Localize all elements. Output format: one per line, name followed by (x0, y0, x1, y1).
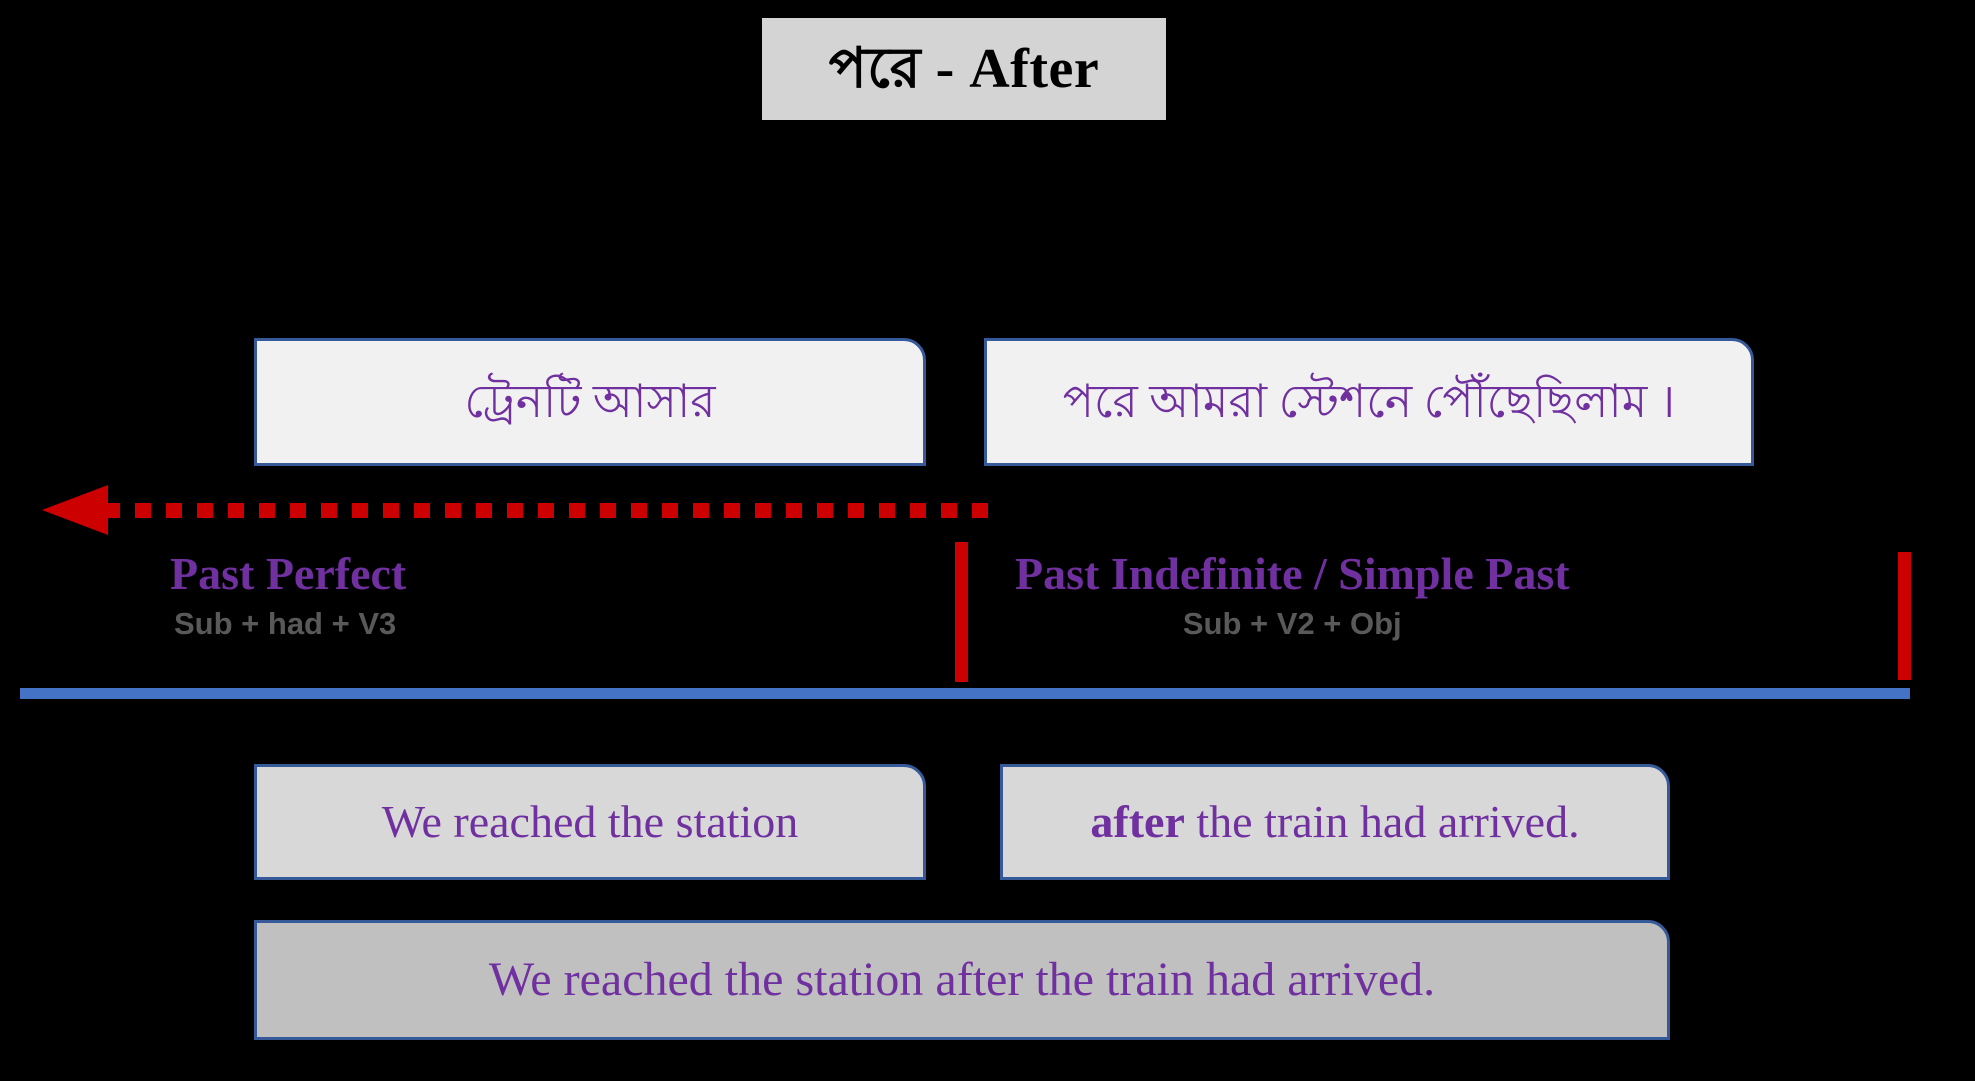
bangla-clause-box-1: ট্রেনটি আসার (254, 338, 926, 466)
bangla-clause-box-2: পরে আমরা স্টেশনে পৌঁছেছিলাম । (984, 338, 1754, 466)
english-full-sentence-box: We reached the station after the train h… (254, 920, 1670, 1040)
english-clause-box-2: after the train had arrived. (1000, 764, 1670, 880)
slide-canvas: পরে - After ট্রেনটি আসার পরে আমরা স্টেশন… (0, 0, 1975, 1081)
english-clause-text-2-rest: the train had arrived. (1184, 795, 1580, 847)
bangla-clause-text-1: ট্রেনটি আসার (464, 375, 716, 427)
connector-word-after: after (1090, 795, 1185, 847)
tense-formula-past-perfect: Sub + had + V3 (174, 606, 397, 642)
english-clause-text-1: We reached the station (381, 795, 799, 847)
english-clause-box-1: We reached the station (254, 764, 926, 880)
tense-label-group-past-indefinite: Past Indefinite / Simple Past Sub + V2 +… (1015, 548, 1570, 642)
tense-formula-past-indefinite: Sub + V2 + Obj (1182, 606, 1402, 642)
tense-label-group-past-perfect: Past Perfect Sub + had + V3 (170, 548, 407, 642)
timeline-tick-right (1898, 552, 1911, 680)
arrow-head-left-icon (42, 485, 108, 535)
english-full-sentence-text: We reached the station after the train h… (488, 952, 1436, 1006)
english-clause-text-2: after the train had arrived. (1003, 795, 1667, 848)
title-box: পরে - After (762, 18, 1166, 120)
backward-time-arrow (36, 485, 988, 535)
arrow-dotted-line (104, 503, 988, 518)
timeline-tick-middle (955, 542, 968, 682)
tense-name-past-indefinite: Past Indefinite / Simple Past (1015, 548, 1570, 599)
page-title: পরে - After (828, 38, 1100, 100)
tense-name-past-perfect: Past Perfect (170, 548, 407, 599)
timeline-bar (20, 688, 1910, 699)
bangla-clause-text-2: পরে আমরা স্টেশনে পৌঁছেছিলাম । (1062, 375, 1676, 427)
